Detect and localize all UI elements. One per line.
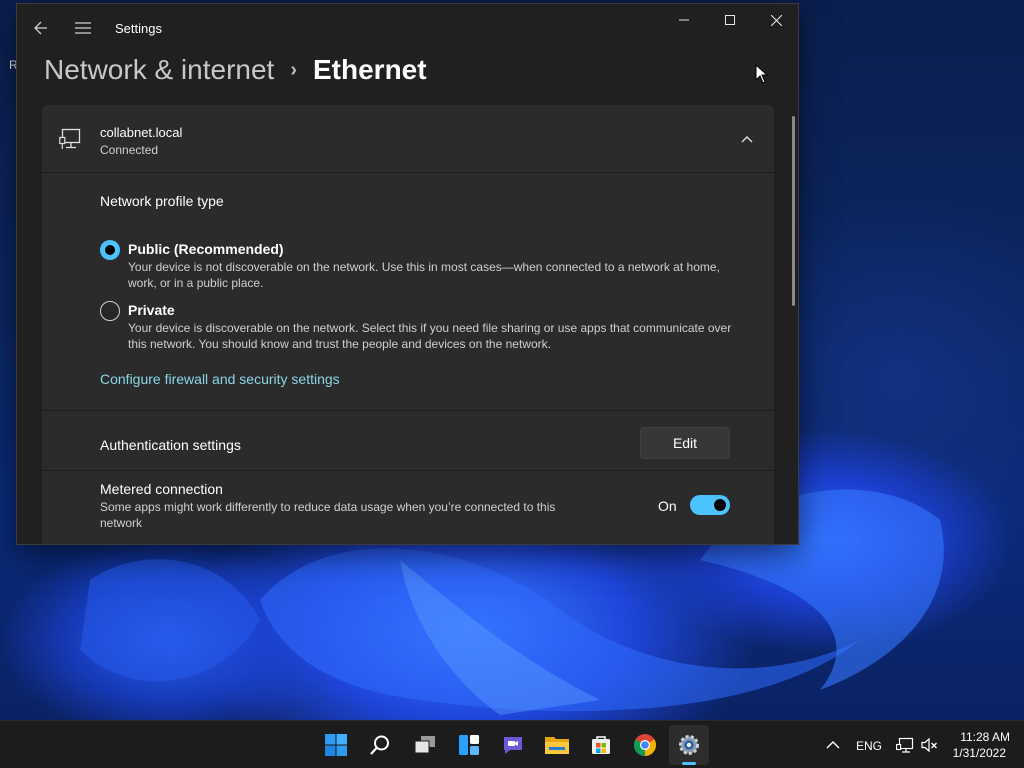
back-button[interactable]: [27, 14, 55, 42]
show-hidden-icons-icon[interactable]: [824, 736, 842, 754]
chevron-up-icon: [741, 136, 753, 143]
store-button[interactable]: [581, 725, 621, 765]
public-description: Your device is not discoverable on the n…: [128, 260, 720, 290]
breadcrumb: Network & internet › Ethernet: [44, 50, 427, 90]
network-tray-icon[interactable]: [896, 736, 914, 754]
maximize-button[interactable]: [707, 4, 753, 36]
task-view-button[interactable]: [405, 725, 445, 765]
close-icon: [770, 14, 782, 26]
mouse-cursor-icon: [755, 64, 769, 84]
minimize-icon: [679, 19, 689, 21]
page-title: Ethernet: [313, 54, 427, 85]
public-radio[interactable]: [100, 240, 120, 260]
file-explorer-icon: [545, 737, 569, 754]
search-button[interactable]: [360, 725, 400, 765]
clock-date[interactable]: 1/31/2022: [946, 746, 1006, 760]
app-title: Settings: [115, 21, 162, 36]
public-label: Public (Recommended): [128, 241, 284, 257]
metered-connection-description: Some apps might work differently to redu…: [100, 500, 556, 530]
chat-button[interactable]: [493, 725, 533, 765]
search-icon: [370, 735, 389, 755]
divider: [42, 470, 774, 471]
metered-toggle-state: On: [658, 498, 677, 514]
metered-connection-toggle[interactable]: [690, 495, 730, 515]
active-app-indicator: [682, 762, 696, 765]
network-profile-type-heading: Network profile type: [100, 193, 224, 209]
start-icon: [325, 734, 347, 756]
chrome-button[interactable]: [625, 725, 665, 765]
title-bar[interactable]: Settings: [17, 4, 798, 48]
configure-firewall-link[interactable]: Configure firewall and security settings: [100, 371, 340, 387]
start-button[interactable]: [316, 725, 356, 765]
widgets-button[interactable]: [449, 725, 489, 765]
chrome-icon: [634, 734, 656, 756]
ethernet-monitor-icon: [59, 128, 81, 149]
authentication-settings-label: Authentication settings: [100, 437, 241, 453]
volume-muted-icon[interactable]: [921, 736, 939, 754]
chat-icon: [504, 737, 522, 754]
private-label: Private: [128, 302, 175, 318]
settings-taskbar-button[interactable]: [669, 725, 709, 765]
navigation-menu-button[interactable]: [69, 14, 97, 42]
settings-icon: [679, 735, 699, 755]
breadcrumb-network-internet[interactable]: Network & internet: [44, 54, 274, 86]
network-header[interactable]: collabnet.local Connected: [42, 105, 774, 173]
breadcrumb-separator: ›: [290, 58, 297, 81]
private-description: Your device is discoverable on the netwo…: [128, 321, 732, 351]
network-name: collabnet.local: [100, 125, 183, 140]
back-arrow-icon: [34, 21, 47, 35]
taskbar: ENG 11:28 AM 1/31/2022: [0, 720, 1024, 768]
maximize-icon: [725, 15, 735, 25]
collapse-button[interactable]: [736, 129, 758, 149]
private-radio[interactable]: [100, 301, 120, 321]
edit-button[interactable]: Edit: [640, 427, 730, 459]
close-button[interactable]: [753, 4, 798, 36]
divider: [42, 410, 774, 411]
minimize-button[interactable]: [661, 4, 707, 36]
store-icon: [592, 736, 610, 754]
metered-connection-label: Metered connection: [100, 481, 223, 497]
ethernet-panel: collabnet.local Connected Network profil…: [42, 105, 774, 544]
clock-time[interactable]: 11:28 AM: [950, 730, 1010, 744]
scrollbar[interactable]: [792, 116, 795, 306]
input-language-indicator[interactable]: ENG: [856, 739, 882, 753]
hamburger-menu-icon: [75, 22, 91, 34]
network-status: Connected: [100, 143, 159, 157]
file-explorer-button[interactable]: [537, 725, 577, 765]
widgets-icon: [459, 735, 479, 755]
toggle-knob: [714, 499, 726, 511]
settings-window: Settings Network & internet › Ethernet c…: [16, 3, 799, 545]
task-view-icon: [414, 736, 435, 754]
